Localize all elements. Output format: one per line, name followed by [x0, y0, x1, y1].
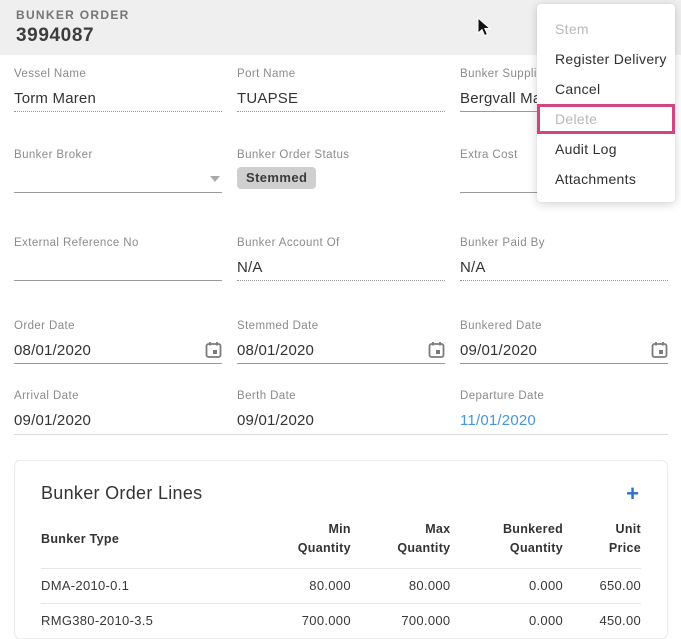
- arrival-date-field: Arrival Date 09/01/2020: [14, 390, 222, 434]
- departure-date-link[interactable]: 11/01/2020: [460, 407, 668, 434]
- cell-unit-price: 450.00: [563, 603, 641, 638]
- berth-date-field: Berth Date 09/01/2020: [237, 390, 445, 434]
- bunker-broker-value[interactable]: [14, 166, 222, 193]
- cell-min-quantity: 700.000: [251, 603, 351, 638]
- bunker-account-of-field: Bunker Account Of N/A: [237, 237, 445, 281]
- section-divider: [14, 434, 668, 435]
- external-reference-field[interactable]: External Reference No: [14, 237, 222, 281]
- table-row[interactable]: RMG380-2010-3.5 700.000 700.000 0.000 45…: [41, 603, 641, 638]
- external-reference-label: External Reference No: [14, 237, 222, 249]
- menu-item-register-delivery[interactable]: Register Delivery: [537, 44, 675, 74]
- bunker-order-status-field: Bunker Order Status Stemmed: [237, 149, 445, 193]
- cell-bunker-type: DMA-2010-0.1: [41, 568, 251, 603]
- stemmed-date-field[interactable]: Stemmed Date 08/01/2020: [237, 320, 445, 364]
- calendar-icon[interactable]: [205, 341, 222, 359]
- menu-item-audit-log[interactable]: Audit Log: [537, 134, 675, 164]
- bunker-order-lines-card: Bunker Order Lines + Bunker Type Min Qua…: [14, 460, 668, 639]
- order-date-value: 08/01/2020: [14, 342, 91, 359]
- departure-date-label: Departure Date: [460, 390, 668, 402]
- order-date-field[interactable]: Order Date 08/01/2020: [14, 320, 222, 364]
- column-header-bunkered-quantity: Bunkered Quantity: [450, 518, 563, 568]
- order-lines-table: Bunker Type Min Quantity Max Quantity Bu…: [41, 518, 641, 638]
- bunker-paid-by-label: Bunker Paid By: [460, 237, 668, 249]
- bunker-account-of-label: Bunker Account Of: [237, 237, 445, 249]
- status-badge: Stemmed: [237, 167, 316, 189]
- arrival-date-label: Arrival Date: [14, 390, 222, 402]
- stemmed-date-label: Stemmed Date: [237, 320, 445, 332]
- menu-item-stem: Stem: [537, 14, 675, 44]
- column-header-bunker-type: Bunker Type: [41, 518, 251, 568]
- bunker-broker-label: Bunker Broker: [14, 149, 222, 161]
- bunkered-date-value: 09/01/2020: [460, 342, 537, 359]
- menu-item-attachments[interactable]: Attachments: [537, 164, 675, 194]
- order-date-label: Order Date: [14, 320, 222, 332]
- menu-item-delete[interactable]: Delete: [537, 104, 675, 134]
- port-name-label: Port Name: [237, 68, 445, 80]
- column-header-max-quantity: Max Quantity: [351, 518, 451, 568]
- table-row[interactable]: DMA-2010-0.1 80.000 80.000 0.000 650.00: [41, 568, 641, 603]
- port-name-value: TUAPSE: [237, 85, 445, 112]
- order-lines-title: Bunker Order Lines: [41, 483, 202, 504]
- column-header-unit-price: Unit Price: [563, 518, 641, 568]
- stemmed-date-value: 08/01/2020: [237, 342, 314, 359]
- bunker-paid-by-field: Bunker Paid By N/A: [460, 237, 668, 281]
- cell-max-quantity: 700.000: [351, 603, 451, 638]
- cell-bunker-type: RMG380-2010-3.5: [41, 603, 251, 638]
- calendar-icon[interactable]: [428, 341, 445, 359]
- bunker-account-of-value: N/A: [237, 254, 445, 281]
- column-header-min-quantity: Min Quantity: [251, 518, 351, 568]
- chevron-down-icon[interactable]: [210, 176, 220, 182]
- arrival-date-value: 09/01/2020: [14, 407, 222, 434]
- menu-item-cancel[interactable]: Cancel: [537, 74, 675, 104]
- add-order-line-button[interactable]: +: [624, 486, 641, 502]
- departure-date-field[interactable]: Departure Date 11/01/2020: [460, 390, 668, 434]
- bunkered-date-label: Bunkered Date: [460, 320, 668, 332]
- port-name-field[interactable]: Port Name TUAPSE: [237, 68, 445, 112]
- cell-bunkered-quantity: 0.000: [450, 603, 563, 638]
- berth-date-label: Berth Date: [237, 390, 445, 402]
- cell-max-quantity: 80.000: [351, 568, 451, 603]
- vessel-name-value: Torm Maren: [14, 85, 222, 112]
- cell-min-quantity: 80.000: [251, 568, 351, 603]
- cell-bunkered-quantity: 0.000: [450, 568, 563, 603]
- vessel-name-field[interactable]: Vessel Name Torm Maren: [14, 68, 222, 112]
- cell-unit-price: 650.00: [563, 568, 641, 603]
- order-actions-menu: Stem Register Delivery Cancel Delete Aud…: [537, 4, 675, 202]
- bunker-order-status-label: Bunker Order Status: [237, 149, 445, 161]
- bunker-paid-by-value: N/A: [460, 254, 668, 281]
- calendar-icon[interactable]: [651, 341, 668, 359]
- vessel-name-label: Vessel Name: [14, 68, 222, 80]
- bunkered-date-field[interactable]: Bunkered Date 09/01/2020: [460, 320, 668, 364]
- bunker-broker-field[interactable]: Bunker Broker: [14, 149, 222, 193]
- external-reference-value[interactable]: [14, 254, 222, 281]
- berth-date-value: 09/01/2020: [237, 407, 445, 434]
